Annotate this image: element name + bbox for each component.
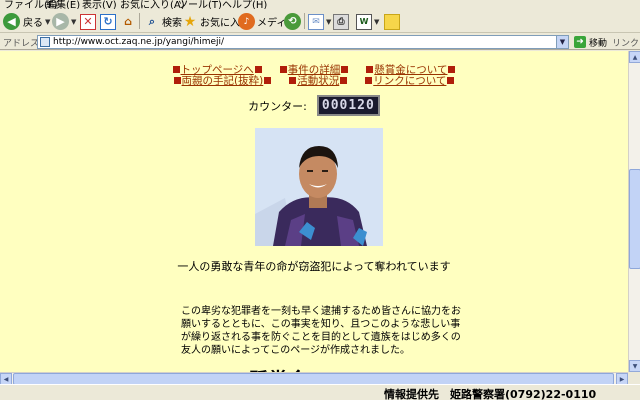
stop-button[interactable]: ✕ xyxy=(80,12,96,31)
back-arrow-icon: ◀ xyxy=(3,13,20,30)
tagline-text: 一人の勇敢な青年の命が窃盗犯によって奪われています xyxy=(177,260,451,273)
bullet-icon xyxy=(340,77,348,84)
printer-icon: ⎙ xyxy=(333,13,349,30)
horizontal-scrollbar[interactable]: ◀ ▶ xyxy=(0,372,628,385)
history-icon: ⟲ xyxy=(284,13,301,30)
refresh-icon: ↻ xyxy=(100,13,116,30)
go-arrow-icon: ➜ xyxy=(574,36,586,48)
vertical-scrollbar[interactable]: ▲ ▼ xyxy=(628,51,640,372)
menu-tools[interactable]: ツール(T) xyxy=(178,0,222,9)
address-input[interactable]: http://www.oct.zaq.ne.jp/yangi/himeji/ ▼ xyxy=(37,35,569,49)
address-url: http://www.oct.zaq.ne.jp/yangi/himeji/ xyxy=(53,37,225,47)
scroll-up-icon[interactable]: ▲ xyxy=(629,51,640,63)
bullet-icon xyxy=(264,77,272,84)
menu-bar: ファイル(F) 編集(E) 表示(V) お気に入り(A) ツール(T) ヘルプ(… xyxy=(0,0,640,9)
scrollbar-corner xyxy=(628,372,640,384)
chevron-down-icon: ▼ xyxy=(374,17,380,26)
bullet-icon xyxy=(341,66,349,73)
portrait-photo xyxy=(255,128,383,246)
home-icon: ⌂ xyxy=(124,15,132,28)
page-content: トップページへ 事件の詳細 懸賞金について 両親の手記(抜粋) 活動状況 リンク… xyxy=(0,51,628,372)
bullet-icon xyxy=(173,77,181,84)
address-bar: アドレス(D) http://www.oct.zaq.ne.jp/yangi/h… xyxy=(0,34,640,50)
page-icon xyxy=(40,37,50,47)
visitor-counter: カウンター: 000120 xyxy=(0,95,628,116)
section-heading-partial: 懸賞金 xyxy=(248,364,308,372)
messenger-button[interactable] xyxy=(384,12,400,31)
menu-help[interactable]: ヘルプ(H) xyxy=(222,0,267,9)
forward-arrow-icon: ▶ xyxy=(52,13,69,30)
links-label[interactable]: リンク xyxy=(612,36,639,49)
chevron-down-icon: ▼ xyxy=(326,17,332,26)
toolbar-separator xyxy=(139,13,140,29)
menu-view[interactable]: 表示(V) xyxy=(82,0,117,9)
vertical-scroll-thumb[interactable] xyxy=(629,169,640,269)
address-dropdown-icon[interactable]: ▼ xyxy=(556,36,568,48)
chevron-down-icon: ▼ xyxy=(45,17,51,26)
bullet-icon xyxy=(279,66,287,73)
bullet-icon xyxy=(254,66,262,73)
nav-row-2: 両親の手記(抜粋) 活動状況 リンクについて xyxy=(0,73,628,88)
counter-label: カウンター: xyxy=(248,99,307,113)
go-button[interactable]: ➜ 移動 xyxy=(574,35,607,49)
history-button[interactable]: ⟲ xyxy=(284,12,301,31)
intro-paragraph: この卑劣な犯罪者を一刻も早く逮捕するため皆さんに協力をお願いするとともに、この事… xyxy=(181,306,461,356)
menu-favorites[interactable]: お気に入り(A) xyxy=(120,0,185,9)
star-icon: ★ xyxy=(183,13,197,30)
refresh-button[interactable]: ↻ xyxy=(100,12,116,31)
nav-links-link[interactable]: リンクについて xyxy=(364,73,455,88)
bullet-icon xyxy=(447,77,455,84)
bullet-icon xyxy=(366,66,374,73)
bullet-icon xyxy=(289,77,297,84)
scroll-down-icon[interactable]: ▼ xyxy=(629,360,640,372)
forward-button[interactable]: ▶ ▼ xyxy=(52,12,76,31)
bullet-icon xyxy=(172,66,180,73)
toolbar: ◀ 戻る ▼ ▶ ▼ ✕ ↻ ⌂ ⌕ 検索 ★ お気に入り ♪ メディア ⟲ ✉… xyxy=(0,9,640,33)
edit-icon: W xyxy=(356,13,372,30)
edit-button[interactable]: W ▼ xyxy=(356,12,379,31)
toolbar-separator xyxy=(304,13,305,29)
bullet-icon xyxy=(365,77,373,84)
nav-parents-link[interactable]: 両親の手記(抜粋) xyxy=(173,73,273,88)
bullet-icon xyxy=(448,66,456,73)
search-label: 検索 xyxy=(162,18,182,29)
menu-edit[interactable]: 編集(E) xyxy=(46,0,80,9)
search-button[interactable]: ⌕ 検索 xyxy=(144,12,182,31)
portrait-image xyxy=(255,128,383,246)
note-icon xyxy=(384,13,400,30)
home-button[interactable]: ⌂ xyxy=(120,12,136,31)
status-bar: 情報提供先 姫路警察署(0792)22-0110 xyxy=(0,384,640,400)
chevron-down-icon: ▼ xyxy=(71,17,77,26)
media-icon: ♪ xyxy=(238,13,255,30)
print-button[interactable]: ⎙ xyxy=(333,12,349,31)
nav-activity-link[interactable]: 活動状況 xyxy=(288,73,348,88)
back-label: 戻る xyxy=(23,18,43,29)
status-text: 情報提供先 姫路警察署(0792)22-0110 xyxy=(384,388,597,400)
stop-icon: ✕ xyxy=(80,13,96,30)
go-label: 移動 xyxy=(589,38,608,49)
back-button[interactable]: ◀ 戻る ▼ xyxy=(3,12,50,31)
counter-value: 000120 xyxy=(316,95,380,116)
search-icon: ⌕ xyxy=(148,14,156,28)
mail-icon: ✉ xyxy=(308,13,324,30)
mail-button[interactable]: ✉ ▼ xyxy=(308,12,331,31)
